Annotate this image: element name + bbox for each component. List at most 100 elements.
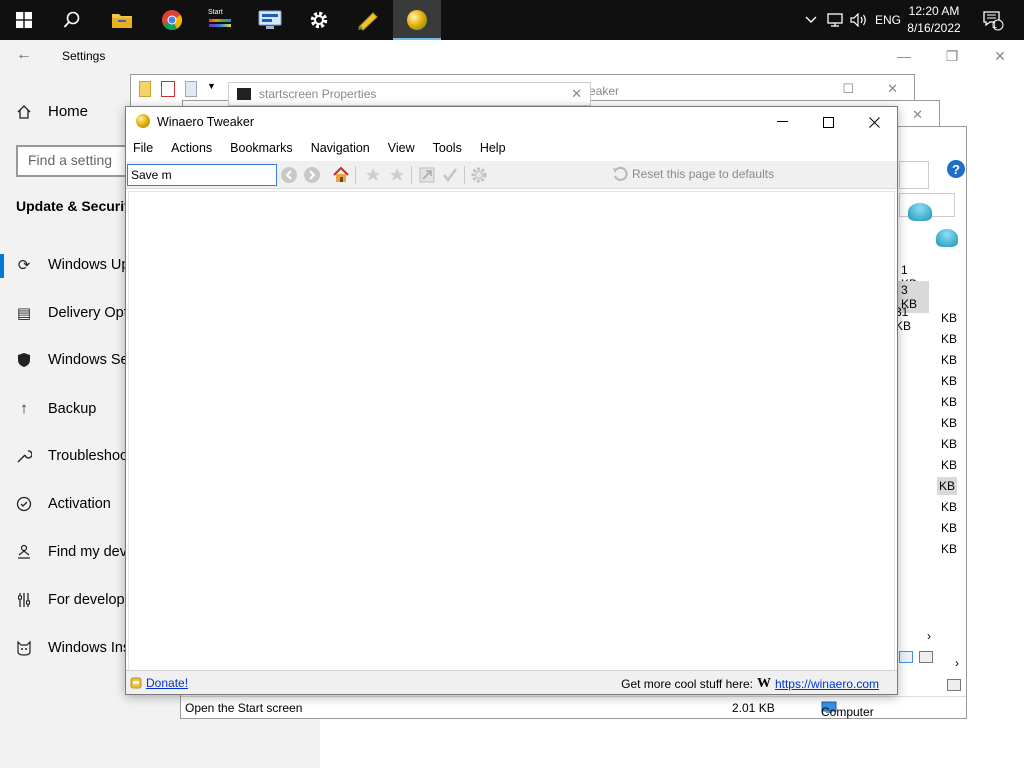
search-taskbar-button[interactable] <box>48 0 96 40</box>
status-file-size: 2.01 KB <box>732 701 775 715</box>
add-star-icon <box>366 168 380 181</box>
menu-navigation[interactable]: Navigation <box>311 141 379 155</box>
menu-help[interactable]: Help <box>480 141 515 155</box>
go-to-button[interactable] <box>418 166 436 184</box>
network-tray[interactable] <box>824 0 846 40</box>
start-app-icon: Start <box>208 9 232 31</box>
sidebar-item-troubleshoot[interactable]: Troubleshoot <box>16 448 132 464</box>
monitor-app-icon <box>258 10 282 29</box>
language-indicator[interactable]: ENG <box>872 0 904 40</box>
add-bookmark-button[interactable] <box>364 166 382 184</box>
winaero-website-link[interactable]: https://winaero.com <box>775 677 879 691</box>
sidebar-item-backup[interactable]: ↑ Backup <box>16 400 96 417</box>
menu-bar: File Actions Bookmarks Navigation View T… <box>126 137 897 159</box>
selected-indicator <box>0 254 4 278</box>
start-button[interactable] <box>0 0 48 40</box>
paint-tool-icon <box>358 12 378 31</box>
back-window-toolbar-icons: ▼ <box>139 81 216 97</box>
side-size-cell: KB <box>941 458 958 472</box>
winaero-app-icon <box>136 114 150 128</box>
blank-doc-icon <box>185 81 197 97</box>
side-size-cell-selected[interactable]: KB <box>937 477 957 495</box>
search-input[interactable] <box>127 164 277 186</box>
back-window-close-icon[interactable]: ✕ <box>887 81 898 97</box>
preview-view-icon[interactable] <box>919 651 933 663</box>
restore-icon[interactable]: ❐ <box>928 40 976 72</box>
maximize-button[interactable] <box>805 107 851 137</box>
computer-app-taskbar-button[interactable] <box>246 0 294 40</box>
title-bar[interactable]: Winaero Tweaker <box>126 107 897 137</box>
dropdown-arrow-icon[interactable]: ▼ <box>207 81 216 97</box>
settings-home-link[interactable]: Home <box>16 103 88 120</box>
cool-stuff-label: Get more cool stuff here: <box>621 677 753 691</box>
donate-link[interactable]: Donate! <box>146 676 188 690</box>
status-location-label: Computer <box>821 705 874 719</box>
side-size-cell: KB <box>941 416 958 430</box>
menu-bookmarks[interactable]: Bookmarks <box>230 141 302 155</box>
status-item-description: Open the Start screen <box>185 701 303 715</box>
toolbar-separator <box>411 166 412 184</box>
start-app-taskbar-button[interactable]: Start <box>196 0 244 40</box>
winaero-taskbar-button[interactable] <box>393 0 441 40</box>
properties-close-icon[interactable]: ✕ <box>571 86 582 102</box>
volume-tray[interactable] <box>848 0 870 40</box>
back-window-maximize-icon[interactable]: ☐ <box>842 81 854 97</box>
preview-view-icon-2[interactable] <box>947 679 961 691</box>
check-circle-icon <box>16 496 32 512</box>
apply-button[interactable] <box>441 166 459 184</box>
tweaker-tool-taskbar-button[interactable] <box>344 0 392 40</box>
back-arrow-icon[interactable]: ← <box>16 46 32 64</box>
explorer-search-field[interactable] <box>899 161 929 189</box>
donate-icon <box>130 677 142 689</box>
settings-section-title: Update & Security <box>16 198 137 214</box>
close-icon[interactable]: ✕ <box>976 40 1024 72</box>
sidebar-item-label: Troubleshoot <box>48 448 133 464</box>
menu-actions[interactable]: Actions <box>171 141 221 155</box>
forward-button[interactable] <box>303 166 321 184</box>
settings-button[interactable] <box>470 166 488 184</box>
home-icon <box>333 166 349 182</box>
menu-tools[interactable]: Tools <box>433 141 471 155</box>
side-size-cell: KB <box>941 542 958 556</box>
clock-time: 12:20 AM <box>908 4 960 18</box>
scroll-right-icon[interactable]: › <box>927 629 931 643</box>
clock-date: 8/16/2022 <box>907 21 961 35</box>
help-icon-2[interactable]: ? <box>947 160 965 178</box>
bookmark-button[interactable] <box>388 166 406 184</box>
home-button[interactable] <box>332 166 350 184</box>
menu-file[interactable]: File <box>133 141 162 155</box>
person-location-icon <box>18 544 30 559</box>
windows-logo-icon <box>16 12 32 28</box>
scroll-right-icon-2[interactable]: › <box>955 656 959 670</box>
shield-icon <box>18 353 30 367</box>
action-center-button[interactable]: 1 <box>978 0 1008 40</box>
close-button[interactable] <box>851 107 897 137</box>
properties-window-icon <box>237 88 251 100</box>
reset-page-button[interactable]: Reset this page to defaults <box>612 166 774 182</box>
chrome-taskbar-button[interactable] <box>148 0 196 40</box>
chevron-up-icon <box>805 16 817 23</box>
settings-taskbar-button[interactable] <box>295 0 343 40</box>
forward-arrow-icon <box>304 167 320 183</box>
menu-view[interactable]: View <box>388 141 424 155</box>
tweaker-status-bar: Donate! Get more cool stuff here: W http… <box>126 670 897 694</box>
minimize-button[interactable] <box>759 107 805 137</box>
window-title: Winaero Tweaker <box>157 115 255 129</box>
tray-chevron[interactable] <box>800 0 822 40</box>
reset-arrow-icon <box>613 166 628 181</box>
winaero-tweaker-window: Winaero Tweaker File Actions Bookmarks N… <box>125 106 898 695</box>
sidebar-item-activation[interactable]: Activation <box>16 496 111 512</box>
close-icon <box>868 116 880 128</box>
properties-window-title: startscreen Properties <box>259 87 377 101</box>
details-view-icon[interactable] <box>899 651 913 663</box>
file-explorer-taskbar-button[interactable] <box>98 0 146 40</box>
middle-window-close-icon[interactable]: ✕ <box>912 107 923 123</box>
shell-icon-2 <box>936 229 958 247</box>
minimize-icon[interactable]: — <box>880 40 928 72</box>
back-button[interactable] <box>280 166 298 184</box>
developer-icon <box>18 593 30 607</box>
start-app-label: Start <box>208 9 223 16</box>
folder-small-icon <box>139 81 151 97</box>
clock[interactable]: 12:20 AM 8/16/2022 <box>902 3 966 37</box>
donate-area: Donate! <box>130 676 188 690</box>
